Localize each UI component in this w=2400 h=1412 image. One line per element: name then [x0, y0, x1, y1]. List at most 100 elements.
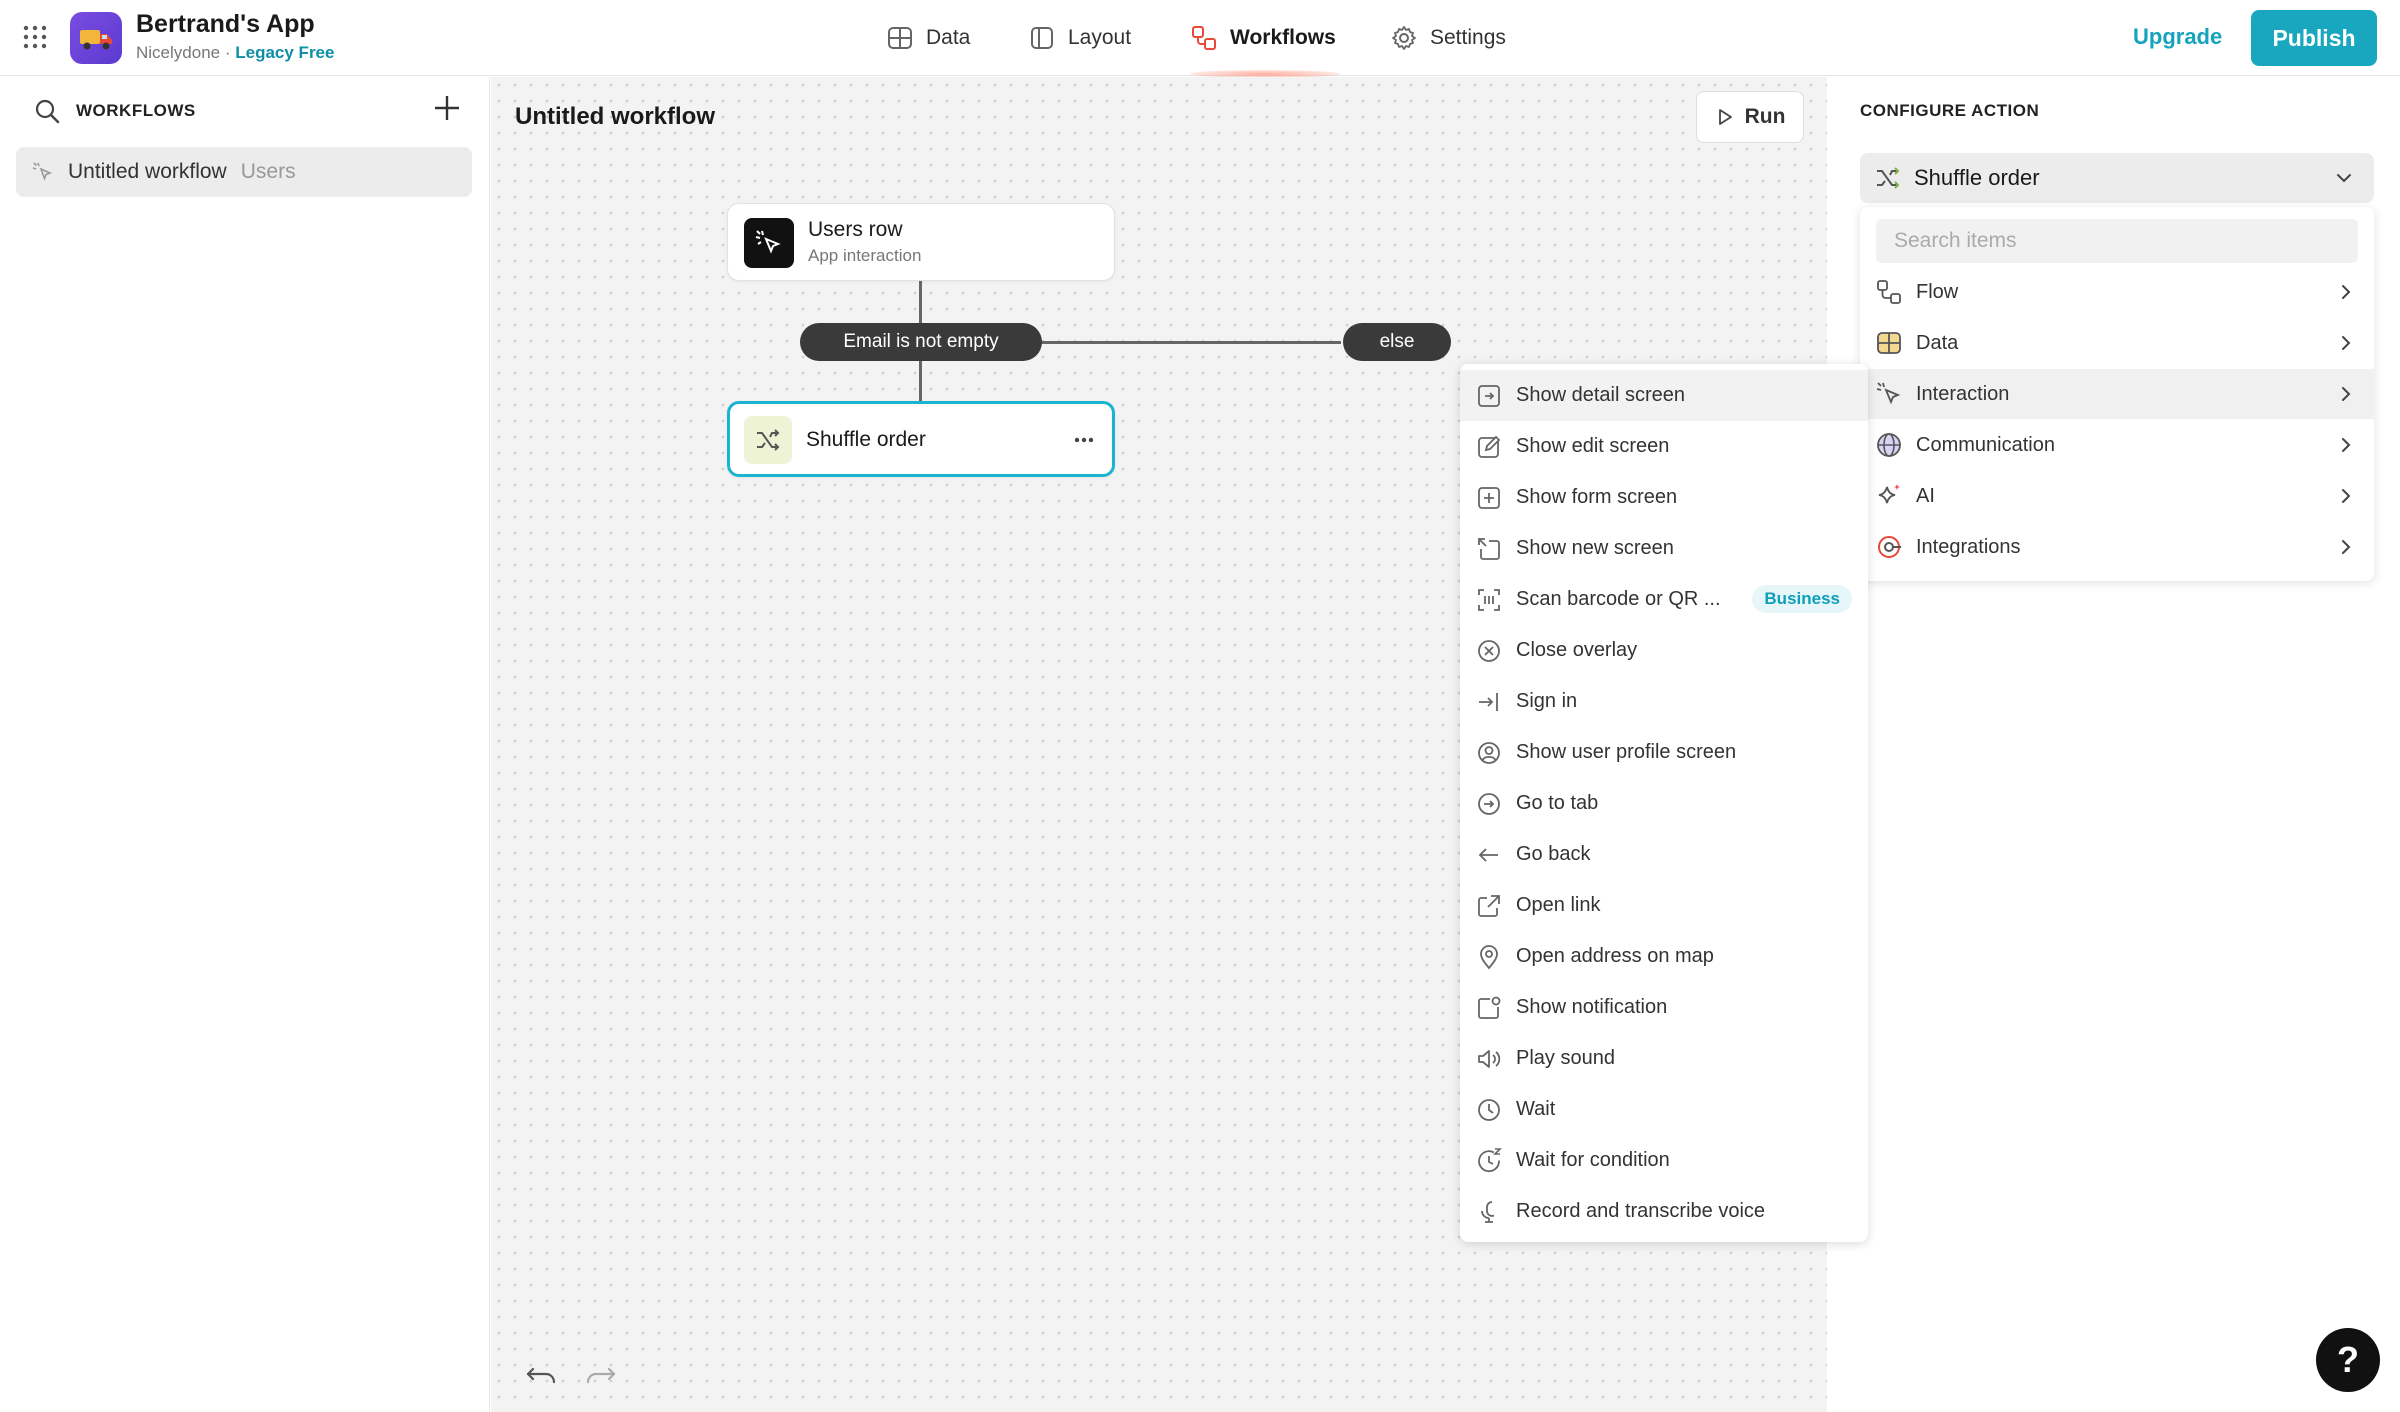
action-node[interactable]: Shuffle order — [727, 401, 1115, 477]
menu-item-show-new-screen[interactable]: Show new screen — [1460, 523, 1868, 574]
cursor-click-icon — [755, 230, 781, 254]
category-flow[interactable]: Flow — [1860, 267, 2374, 317]
menu-item-wait-for-condition[interactable]: Wait for condition — [1460, 1135, 1868, 1186]
nav-tab-workflows[interactable]: Workflows — [1190, 20, 1336, 56]
chevron-right-icon — [2342, 438, 2351, 452]
connector-horizontal — [1041, 341, 1341, 344]
menu-item-open-link[interactable]: Open link — [1460, 880, 1868, 931]
menu-item-label: Close overlay — [1516, 639, 1638, 661]
menu-item-wait[interactable]: Wait — [1460, 1084, 1868, 1135]
trigger-node[interactable]: Users row App interaction — [727, 203, 1115, 281]
arrow-circle-icon — [1478, 792, 1500, 815]
layout-icon — [1031, 27, 1053, 49]
menu-item-sign-in[interactable]: Sign in — [1460, 676, 1868, 727]
category-interaction[interactable]: Interaction — [1860, 369, 2374, 419]
workspace-name: Nicelydone — [136, 43, 221, 62]
map-pin-icon — [1480, 944, 1498, 969]
app-logo[interactable] — [70, 12, 122, 64]
menu-item-record-voice[interactable]: Record and transcribe voice — [1460, 1186, 1868, 1237]
menu-item-show-user-profile[interactable]: Show user profile screen — [1460, 727, 1868, 778]
action-select[interactable]: Shuffle order — [1860, 153, 2374, 203]
clock-icon — [1478, 1098, 1500, 1121]
category-communication[interactable]: Communication — [1860, 420, 2374, 470]
panel-title: CONFIGURE ACTION — [1860, 101, 2040, 120]
category-label: Communication — [1916, 433, 2055, 456]
category-label: Integrations — [1916, 535, 2021, 558]
app-workspace-info: Nicelydone · Legacy Free — [136, 43, 334, 63]
publish-button[interactable]: Publish — [2251, 10, 2377, 66]
table-icon — [888, 27, 912, 49]
shuffle-icon — [1877, 167, 1900, 189]
category-data[interactable]: Data — [1860, 318, 2374, 368]
user-circle-icon — [1478, 741, 1500, 764]
menu-item-label: Show edit screen — [1516, 435, 1670, 457]
top-bar: Bertrand's App Nicelydone · Legacy Free … — [0, 0, 2400, 78]
trigger-icon-box — [744, 218, 794, 268]
play-icon — [1718, 109, 1732, 125]
chevron-right-icon — [2342, 336, 2351, 350]
menu-item-show-notification[interactable]: Show notification — [1460, 982, 1868, 1033]
run-button[interactable]: Run — [1696, 91, 1804, 143]
menu-item-scan-barcode[interactable]: Scan barcode or QR ... Business — [1460, 574, 1868, 625]
workflow-title[interactable]: Untitled workflow — [515, 103, 715, 131]
clock-z-icon — [1478, 1147, 1502, 1172]
nav-tab-layout[interactable]: Layout — [1028, 20, 1131, 56]
menu-item-label: Show user profile screen — [1516, 741, 1737, 763]
apps-grid-icon[interactable] — [22, 24, 48, 50]
menu-item-label: Record and transcribe voice — [1516, 1200, 1766, 1222]
workflow-icon — [1192, 26, 1216, 50]
category-ai[interactable]: AI — [1860, 471, 2374, 521]
sidebar-item-workflow[interactable]: Untitled workflow Users — [16, 147, 472, 197]
else-pill[interactable]: else — [1343, 323, 1451, 361]
nav-tab-settings[interactable]: Settings — [1390, 20, 1506, 56]
app-name[interactable]: Bertrand's App — [136, 10, 315, 39]
category-label: Data — [1916, 331, 1959, 354]
menu-item-label: Wait — [1516, 1098, 1556, 1120]
category-menu: Flow Data Interaction Communication AI I… — [1860, 207, 2374, 581]
run-label: Run — [1744, 105, 1786, 128]
workflows-sidebar: WORKFLOWS Untitled workflow Users — [0, 77, 490, 1412]
form-plus-icon — [1478, 486, 1500, 509]
nav-tab-data[interactable]: Data — [886, 20, 970, 56]
close-circle-icon — [1478, 639, 1500, 662]
more-options-icon[interactable] — [1070, 426, 1098, 454]
truck-icon — [80, 30, 112, 50]
menu-item-show-detail-screen[interactable]: Show detail screen — [1460, 370, 1868, 421]
sidebar-title: WORKFLOWS — [76, 101, 196, 120]
undo-icon[interactable] — [525, 1363, 559, 1387]
menu-item-label: Scan barcode or QR ... — [1516, 588, 1721, 610]
menu-item-play-sound[interactable]: Play sound — [1460, 1033, 1868, 1084]
nav-tab-label: Layout — [1068, 26, 1132, 49]
nav-tab-label: Settings — [1430, 26, 1506, 49]
menu-item-show-edit-screen[interactable]: Show edit screen — [1460, 421, 1868, 472]
menu-item-label: Wait for condition — [1516, 1149, 1670, 1171]
condition-pill[interactable]: Email is not empty — [800, 323, 1042, 361]
chevron-down-icon — [2337, 174, 2351, 183]
new-screen-icon — [1478, 537, 1500, 560]
menu-item-go-back[interactable]: Go back — [1460, 829, 1868, 880]
trigger-title: Users row — [808, 218, 903, 241]
barcode-icon — [1478, 588, 1500, 611]
category-integrations[interactable]: Integrations — [1860, 522, 2374, 572]
category-label: Interaction — [1916, 382, 2010, 405]
search-items-input[interactable] — [1876, 219, 2358, 263]
menu-item-close-overlay[interactable]: Close overlay — [1460, 625, 1868, 676]
redo-icon[interactable] — [583, 1363, 617, 1387]
menu-item-label: Play sound — [1516, 1047, 1615, 1069]
flow-icon — [1877, 280, 1901, 304]
search-icon[interactable] — [33, 97, 61, 125]
chevron-right-icon — [2342, 285, 2351, 299]
gear-icon — [1392, 26, 1416, 50]
upgrade-button[interactable]: Upgrade — [2133, 24, 2222, 50]
menu-item-open-address-map[interactable]: Open address on map — [1460, 931, 1868, 982]
help-button[interactable]: ? — [2316, 1328, 2380, 1392]
edit-icon — [1478, 435, 1501, 458]
selected-action: Shuffle order — [1914, 165, 2040, 190]
nav-tab-label: Workflows — [1230, 26, 1336, 49]
sparkle-icon — [1878, 484, 1900, 504]
plan-name[interactable]: Legacy Free — [235, 43, 334, 62]
menu-item-go-to-tab[interactable]: Go to tab — [1460, 778, 1868, 829]
cursor-click-icon — [32, 162, 53, 181]
add-workflow-icon[interactable] — [432, 93, 462, 123]
menu-item-show-form-screen[interactable]: Show form screen — [1460, 472, 1868, 523]
